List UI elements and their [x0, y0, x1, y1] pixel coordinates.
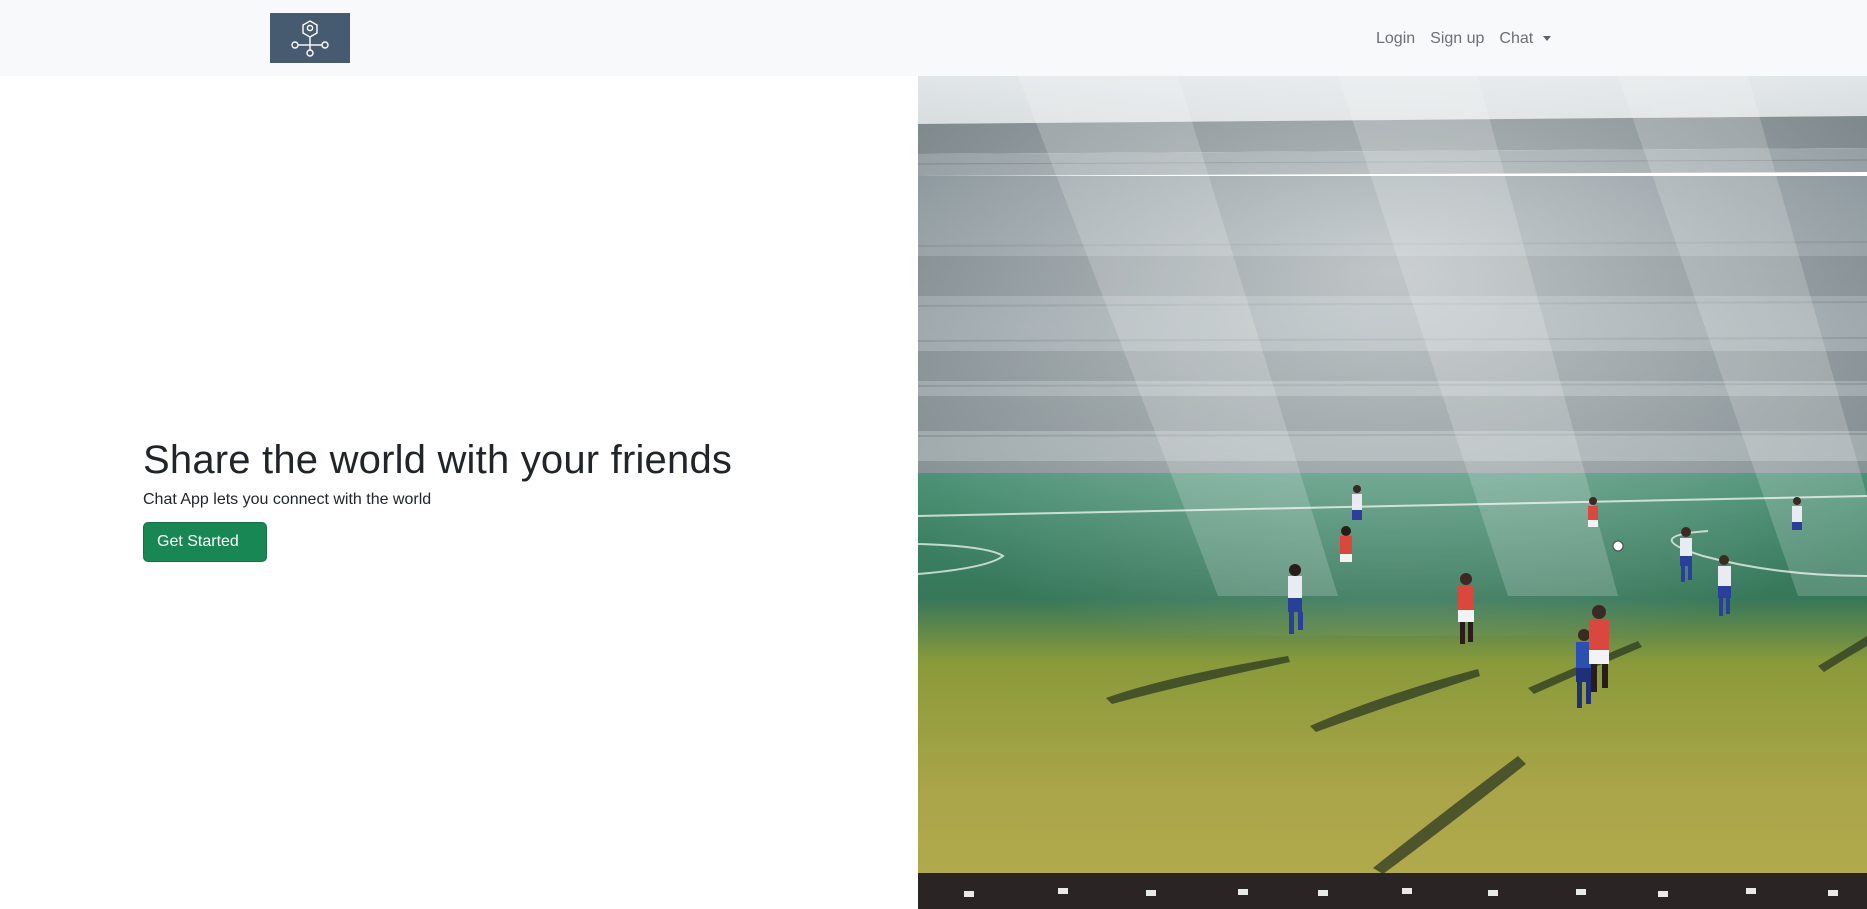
login-link[interactable]: Login: [1376, 27, 1415, 51]
hero-title: Share the world with your friends: [143, 438, 733, 482]
chat-dropdown[interactable]: Chat: [1499, 27, 1552, 51]
get-started-button[interactable]: Get Started: [143, 522, 267, 562]
nav-links: Login Sign up Chat: [1376, 27, 1552, 51]
brand-logo[interactable]: [270, 13, 350, 63]
hero-section: Share the world with your friends Chat A…: [143, 436, 843, 562]
signup-link[interactable]: Sign up: [1430, 27, 1484, 51]
chat-link[interactable]: Chat: [1499, 27, 1533, 51]
hero-image: [918, 76, 1867, 909]
hero-subtitle: Chat App lets you connect with the world: [143, 491, 432, 508]
network-nodes-icon: [291, 20, 329, 57]
top-navbar: Login Sign up Chat: [0, 0, 1867, 76]
chevron-down-icon: [1543, 35, 1552, 41]
